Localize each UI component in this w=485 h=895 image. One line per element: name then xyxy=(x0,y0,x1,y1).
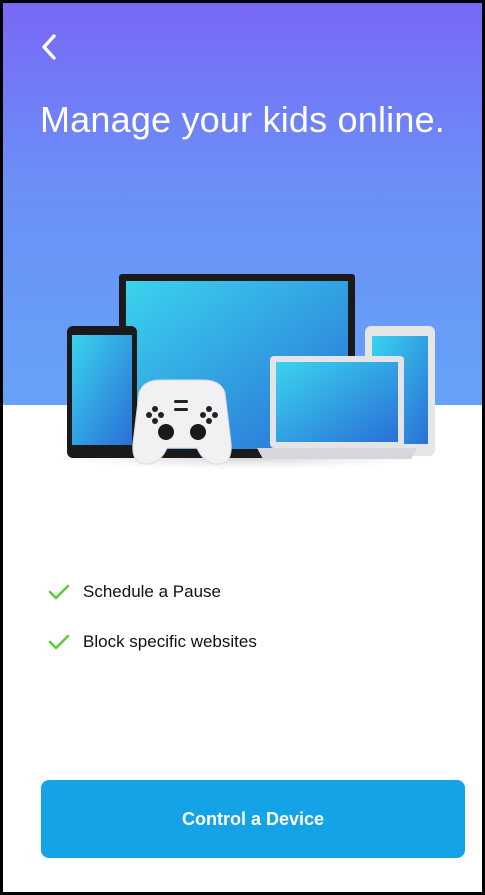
checkmark-icon xyxy=(48,633,70,651)
screen: Manage your kids online. Schedule a Paus… xyxy=(0,0,485,895)
feature-list: Schedule a Pause Block specific websites xyxy=(48,576,257,676)
control-a-device-button[interactable]: Control a Device xyxy=(41,780,465,858)
feature-label: Schedule a Pause xyxy=(83,582,221,601)
list-item: Schedule a Pause xyxy=(48,576,257,608)
checkmark-icon xyxy=(48,583,70,601)
chevron-left-icon xyxy=(42,34,56,60)
devices-illustration-icon xyxy=(53,274,435,470)
page-title: Manage your kids online. xyxy=(39,99,446,140)
list-item: Block specific websites xyxy=(48,626,257,658)
back-button[interactable] xyxy=(31,29,67,65)
feature-label: Block specific websites xyxy=(83,632,257,651)
